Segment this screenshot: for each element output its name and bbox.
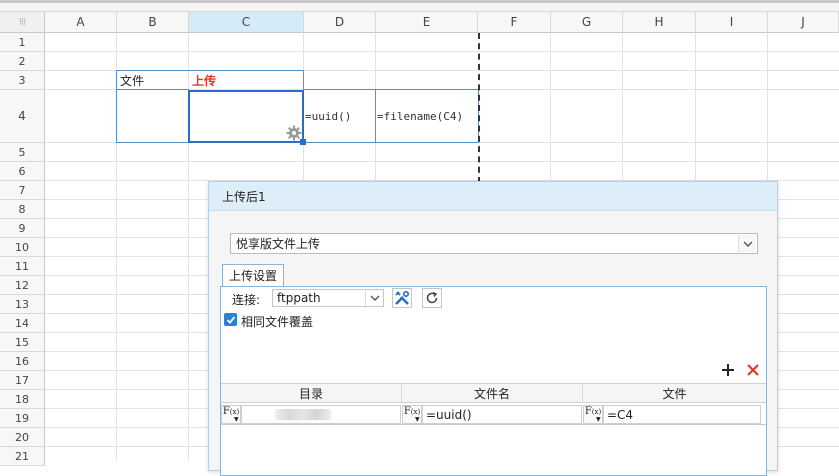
- column-header-d[interactable]: D: [304, 12, 376, 33]
- chevron-down-icon[interactable]: [365, 290, 383, 306]
- column-header-i[interactable]: I: [696, 12, 768, 33]
- row-header-15[interactable]: 15: [0, 333, 45, 352]
- formula-icon[interactable]: F (x) ▼: [583, 405, 603, 424]
- overwrite-checkbox[interactable]: [224, 313, 237, 326]
- row-header-11[interactable]: 11: [0, 257, 45, 276]
- column-header-f[interactable]: F: [478, 12, 551, 33]
- column-header-a[interactable]: A: [45, 12, 117, 33]
- table-header: 目录 文件名 文件: [221, 383, 766, 403]
- chevron-down-icon[interactable]: [738, 235, 756, 252]
- column-header-g[interactable]: G: [551, 12, 623, 33]
- row-header-5[interactable]: 5: [0, 143, 45, 162]
- connection-select-value: ftppath: [277, 291, 321, 305]
- connection-select[interactable]: ftppath: [272, 289, 384, 307]
- cell-border-b4: [116, 89, 189, 143]
- column-header-h[interactable]: H: [623, 12, 696, 33]
- row-header-17[interactable]: 17: [0, 371, 45, 390]
- row-header-14[interactable]: 14: [0, 314, 45, 333]
- check-icon: [226, 315, 235, 324]
- row-header-21[interactable]: 21: [0, 447, 45, 466]
- column-header-filename: 文件名: [402, 384, 583, 403]
- row-header-7[interactable]: 7: [0, 181, 45, 200]
- upload-settings-panel: 连接: ftppath 相同文件覆盖 目录 文件名 文件 F (x) ▼ F (…: [220, 286, 767, 476]
- overwrite-label: 相同文件覆盖: [241, 315, 314, 329]
- tab-upload-settings[interactable]: 上传设置: [222, 264, 284, 286]
- row-header-16[interactable]: 16: [0, 352, 45, 371]
- column-header-directory: 目录: [221, 384, 402, 403]
- row-header-18[interactable]: 18: [0, 390, 45, 409]
- formula-icon[interactable]: F (x) ▼: [402, 405, 422, 424]
- row-header-13[interactable]: 13: [0, 295, 45, 314]
- column-header-c[interactable]: C: [189, 12, 304, 33]
- cell-c3[interactable]: 上传: [189, 71, 303, 90]
- column-header-j[interactable]: J: [768, 12, 839, 33]
- row-header-9[interactable]: 9: [0, 219, 45, 238]
- directory-input[interactable]: [241, 405, 401, 424]
- dialog-title: 上传后1: [209, 182, 777, 211]
- tools-icon[interactable]: [392, 288, 412, 308]
- redacted-value: [275, 409, 331, 420]
- toolbar-strip: [0, 0, 839, 12]
- column-header-file: 文件: [662, 387, 687, 401]
- connection-label: 连接:: [232, 293, 261, 307]
- action-select-value: 悦享版文件上传: [236, 237, 321, 251]
- formula-icon[interactable]: F (x) ▼: [221, 405, 241, 424]
- cell-e4[interactable]: =filename(C4): [376, 90, 478, 143]
- action-select[interactable]: 悦享版文件上传: [230, 233, 758, 254]
- refresh-icon[interactable]: [422, 288, 442, 308]
- row-header-2[interactable]: 2: [0, 52, 45, 71]
- select-all-corner[interactable]: ⁝⁝⁝: [0, 12, 45, 33]
- cell-d4[interactable]: =uuid(): [304, 90, 375, 143]
- row-header-20[interactable]: 20: [0, 428, 45, 447]
- upload-dialog: 上传后1 悦享版文件上传 上传设置 连接: ftppath 相同文件覆盖 目录: [208, 181, 778, 476]
- row-header-3[interactable]: 3: [0, 71, 45, 90]
- column-header-e[interactable]: E: [376, 12, 478, 33]
- row-header-10[interactable]: 10: [0, 238, 45, 257]
- toolbar-stripe: [0, 0, 839, 3]
- column-header-b[interactable]: B: [117, 12, 189, 33]
- filename-input[interactable]: =uuid(): [422, 405, 582, 424]
- add-icon[interactable]: [721, 363, 735, 377]
- cell-b3[interactable]: 文件: [117, 71, 188, 90]
- file-input[interactable]: =C4: [603, 405, 761, 424]
- row-header-12[interactable]: 12: [0, 276, 45, 295]
- row-header-8[interactable]: 8: [0, 200, 45, 219]
- delete-icon[interactable]: [746, 363, 760, 377]
- row-header-4[interactable]: 4: [0, 90, 45, 143]
- page-break-line: [478, 33, 480, 183]
- row-header-6[interactable]: 6: [0, 162, 45, 181]
- row-header-1[interactable]: 1: [0, 33, 45, 52]
- row-header-19[interactable]: 19: [0, 409, 45, 428]
- gear-icon[interactable]: [286, 125, 302, 141]
- table-row: F (x) ▼ F (x) ▼ =uuid() F (x) ▼ =C4: [221, 404, 766, 425]
